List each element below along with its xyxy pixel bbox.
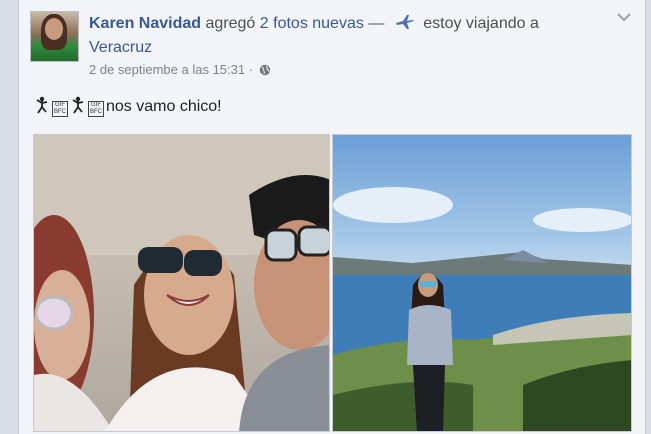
post-meta: 2 de septiembe a las 15:31 ·: [89, 62, 271, 77]
photos-link[interactable]: 2 fotos nuevas: [260, 15, 364, 32]
photo-lakeside[interactable]: [332, 134, 632, 432]
gif-box-icon: GIF BFC: [52, 101, 68, 117]
author-avatar[interactable]: [30, 11, 79, 62]
place-link[interactable]: Veracruz: [89, 39, 152, 56]
dancer-icon: [36, 96, 48, 114]
group-selfie-image: [34, 135, 329, 431]
gif-box-icon: GIF BFC: [88, 101, 104, 117]
action-text: agregó: [205, 15, 256, 32]
avatar-face: [45, 18, 63, 40]
timestamp[interactable]: 2 de septiembe a las 15:31: [89, 62, 245, 77]
author-name[interactable]: Karen Navidad: [89, 15, 201, 32]
lakeside-image: [333, 187, 631, 431]
post-message: GIF BFC GIF BFC nos vamo chico!: [34, 96, 222, 117]
post-header: Karen Navidad agregó 2 fotos nuevas — es…: [89, 12, 589, 60]
globe-icon[interactable]: [259, 64, 271, 76]
airplane-icon: [395, 15, 414, 29]
activity-text: estoy viajando a: [423, 15, 539, 32]
dancer-icon: [72, 96, 84, 114]
post-card: Karen Navidad agregó 2 fotos nuevas — es…: [18, 0, 646, 434]
message-text: nos vamo chico!: [106, 98, 222, 115]
separator: —: [368, 15, 385, 32]
meta-dot: ·: [248, 62, 254, 77]
photo-group-selfie[interactable]: [33, 134, 330, 432]
chevron-down-icon[interactable]: [617, 12, 631, 22]
